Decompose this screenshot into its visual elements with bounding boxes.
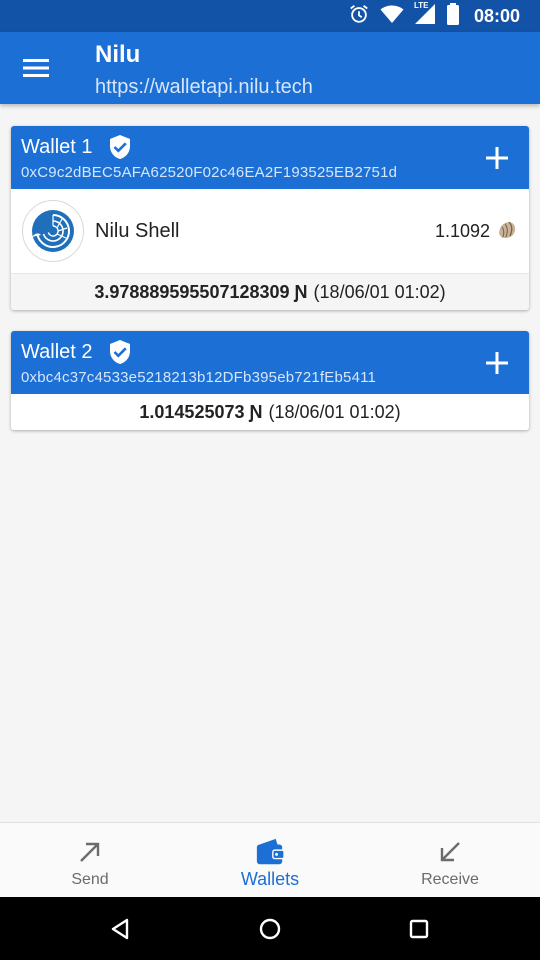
wallet-card[interactable]: Wallet 2 0xbc4c37c4533e5218213b12DFb395e… [11,331,529,430]
wallet-total-date: (18/06/01 01:02) [313,281,446,302]
add-token-button[interactable] [481,347,513,379]
arrow-up-right-icon [75,837,105,867]
nav-send[interactable]: Send [0,823,180,897]
app-title: Nilu [95,41,141,68]
status-bar: LTE 08:00 [0,0,540,32]
battery-icon [446,2,460,30]
nautilus-logo-icon [22,200,84,262]
status-icons: LTE 08:00 [348,0,520,30]
token-row[interactable]: Nilu Shell 1.1092 [11,189,529,273]
wifi-icon [380,4,404,29]
app-bar: Nilu https://walletapi.nilu.tech [0,32,540,104]
plus-icon [486,147,508,169]
token-balance: 1.1092 [434,221,490,241]
arrow-down-left-icon [435,837,465,867]
nav-receive[interactable]: Receive [360,823,540,897]
network-type: LTE [413,0,429,10]
wallet-name: Wallet 2 [21,341,93,363]
hamburger-menu-icon[interactable] [16,50,56,86]
recents-icon[interactable] [404,914,434,944]
nav-wallets-label: Wallets [240,869,300,889]
alarm-icon [348,3,370,30]
wallet-address: 0xC9c2dBEC5AFA62520F02c46EA2F193525EB275… [21,164,398,181]
wallet-total: 3.978889595507128309 Ɲ (18/06/01 01:02) [11,273,529,310]
app-subtitle: https://walletapi.nilu.tech [95,76,313,98]
system-navigation-bar [0,897,540,960]
shell-icon [496,219,518,241]
wallet-total-date: (18/06/01 01:02) [268,401,401,422]
wallet-header[interactable]: Wallet 1 0xC9c2dBEC5AFA62520F02c46EA2F19… [11,126,529,189]
verified-shield-icon [108,134,132,160]
add-token-button[interactable] [481,142,513,174]
signal-icon: LTE [413,0,436,30]
verified-shield-icon [108,339,132,365]
wallet-name: Wallet 1 [21,136,93,158]
wallet-total-value: 1.014525073 Ɲ [139,401,263,422]
nav-wallets[interactable]: Wallets [180,823,360,897]
plus-icon [486,352,508,374]
wallet-icon [255,837,285,867]
status-time: 08:00 [473,5,520,26]
home-icon[interactable] [255,914,285,944]
nav-send-label: Send [71,871,109,888]
back-icon[interactable] [105,914,135,944]
wallet-total-value: 3.978889595507128309 Ɲ [94,281,308,302]
nav-receive-label: Receive [421,871,479,888]
wallet-card[interactable]: Wallet 1 0xC9c2dBEC5AFA62520F02c46EA2F19… [11,126,529,310]
wallet-total: 1.014525073 Ɲ (18/06/01 01:02) [11,394,529,430]
bottom-navigation: Send Wallets Receive [0,822,540,897]
wallet-header[interactable]: Wallet 2 0xbc4c37c4533e5218213b12DFb395e… [11,331,529,394]
wallet-address: 0xbc4c37c4533e5218213b12DFb395eb721fEb54… [21,369,377,386]
token-name: Nilu Shell [95,220,180,242]
